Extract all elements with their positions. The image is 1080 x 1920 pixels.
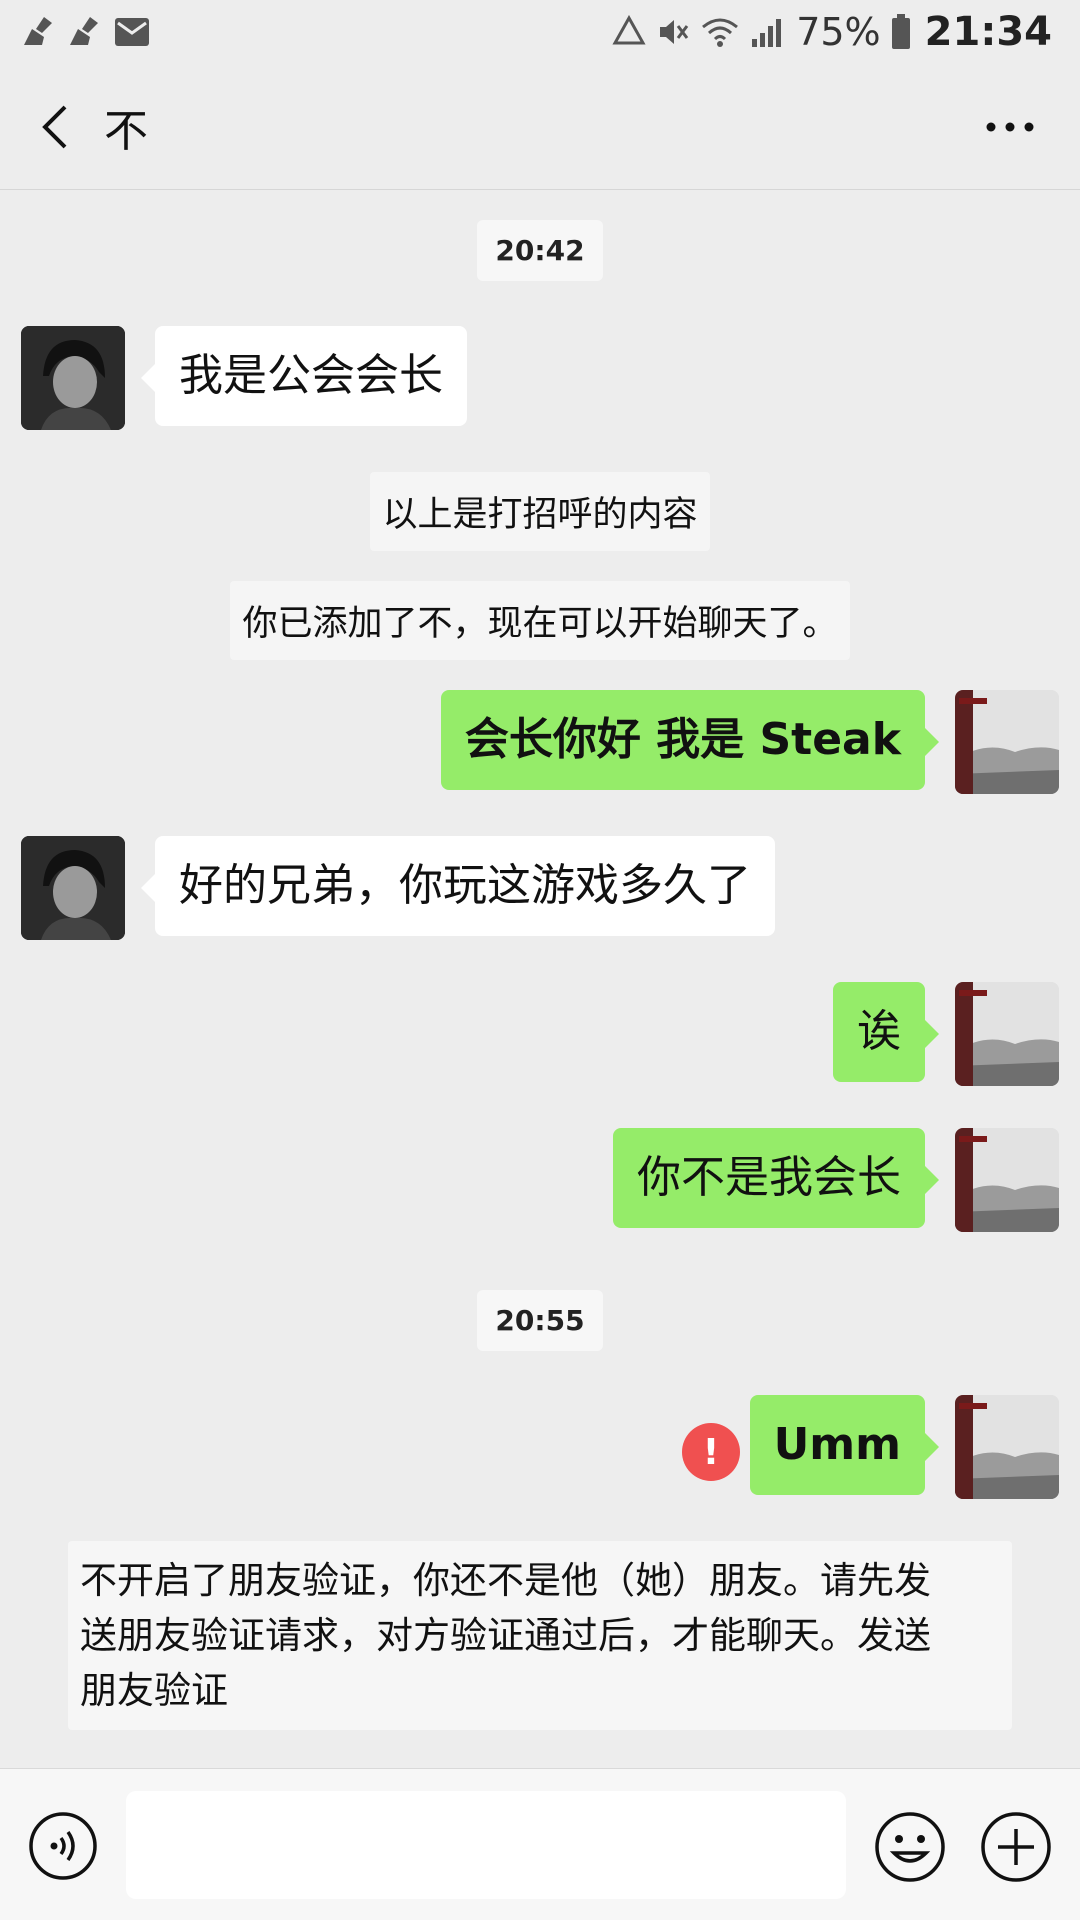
mail-icon [114, 17, 150, 47]
message-text: 会长你好 我是 Steak [464, 714, 901, 765]
emoji-button[interactable] [874, 1811, 946, 1883]
more-functions-button[interactable] [980, 1811, 1052, 1883]
contact-avatar[interactable] [21, 326, 125, 430]
timestamp-label: 20:55 [477, 1290, 603, 1351]
plus-icon [981, 1812, 1051, 1882]
recycle-icon [612, 15, 646, 49]
message-row-outgoing: 诶 [0, 982, 1080, 1102]
chat-header: 不 [0, 64, 1080, 190]
status-bar-right: 75% 21:34 [602, 9, 1052, 55]
clock: 21:34 [924, 9, 1052, 55]
message-bubble[interactable]: Umm [749, 1395, 940, 1495]
notice-text: 你已添加了不，现在可以开始聊天了。 [230, 581, 850, 660]
broom-icon [22, 15, 56, 49]
message-row-outgoing: 会长你好 我是 Steak [0, 690, 1080, 810]
wifi-icon [700, 15, 740, 49]
battery-icon [891, 14, 911, 50]
battery-percent: 75% [796, 10, 881, 54]
message-row-incoming: 我是公会会长 [0, 326, 1080, 446]
voice-icon [29, 1812, 97, 1880]
message-text: Umm [773, 1419, 901, 1470]
back-button[interactable] [4, 64, 104, 190]
system-notice: 以上是打招呼的内容 [0, 472, 1080, 551]
message-row-outgoing: ! Umm [0, 1395, 1080, 1515]
more-dots-icon [986, 122, 1034, 132]
message-row-incoming: 好的兄弟，你玩这游戏多久了 [0, 836, 1080, 956]
mute-icon [656, 15, 690, 49]
message-bubble[interactable]: 会长你好 我是 Steak [440, 690, 940, 790]
notice-line: 不开启了朋友验证，你还不是他（她）朋友。请先发 [80, 1559, 931, 1602]
message-input[interactable] [126, 1791, 846, 1899]
notice-text: 以上是打招呼的内容 [370, 472, 710, 551]
timestamp: 20:55 [0, 1290, 1080, 1351]
broom-icon [68, 15, 102, 49]
status-bar-left [22, 15, 162, 49]
message-bubble[interactable]: 我是公会会长 [141, 326, 467, 426]
my-avatar[interactable] [955, 1128, 1059, 1232]
my-avatar[interactable] [955, 982, 1059, 1086]
emoji-icon [875, 1812, 945, 1882]
friend-verification-notice: 不开启了朋友验证，你还不是他（她）朋友。请先发 送朋友验证请求，对方验证通过后，… [68, 1541, 1012, 1730]
system-notice: 你已添加了不，现在可以开始聊天了。 [0, 581, 1080, 660]
my-avatar[interactable] [955, 690, 1059, 794]
notice-line: 送朋友验证请求，对方验证通过后，才能聊天。发送 [80, 1614, 931, 1657]
voice-input-button[interactable] [28, 1811, 98, 1881]
send-verification-link[interactable]: 朋友验证 [80, 1663, 1000, 1718]
page-title: 不 [104, 105, 148, 157]
message-bubble[interactable]: 好的兄弟，你玩这游戏多久了 [141, 836, 775, 936]
timestamp-label: 20:42 [477, 220, 603, 281]
input-bar [0, 1768, 1080, 1920]
message-bubble[interactable]: 诶 [833, 982, 939, 1082]
my-avatar[interactable] [955, 1395, 1059, 1499]
message-bubble[interactable]: 你不是我会长 [613, 1128, 939, 1228]
send-failed-icon[interactable]: ! [682, 1423, 740, 1481]
message-row-outgoing: 你不是我会长 [0, 1128, 1080, 1248]
signal-icon [750, 15, 784, 49]
status-bar: 75% 21:34 [0, 0, 1080, 64]
contact-avatar[interactable] [21, 836, 125, 940]
timestamp: 20:42 [0, 220, 1080, 281]
more-options-button[interactable] [960, 64, 1060, 190]
chevron-left-icon [42, 105, 67, 148]
